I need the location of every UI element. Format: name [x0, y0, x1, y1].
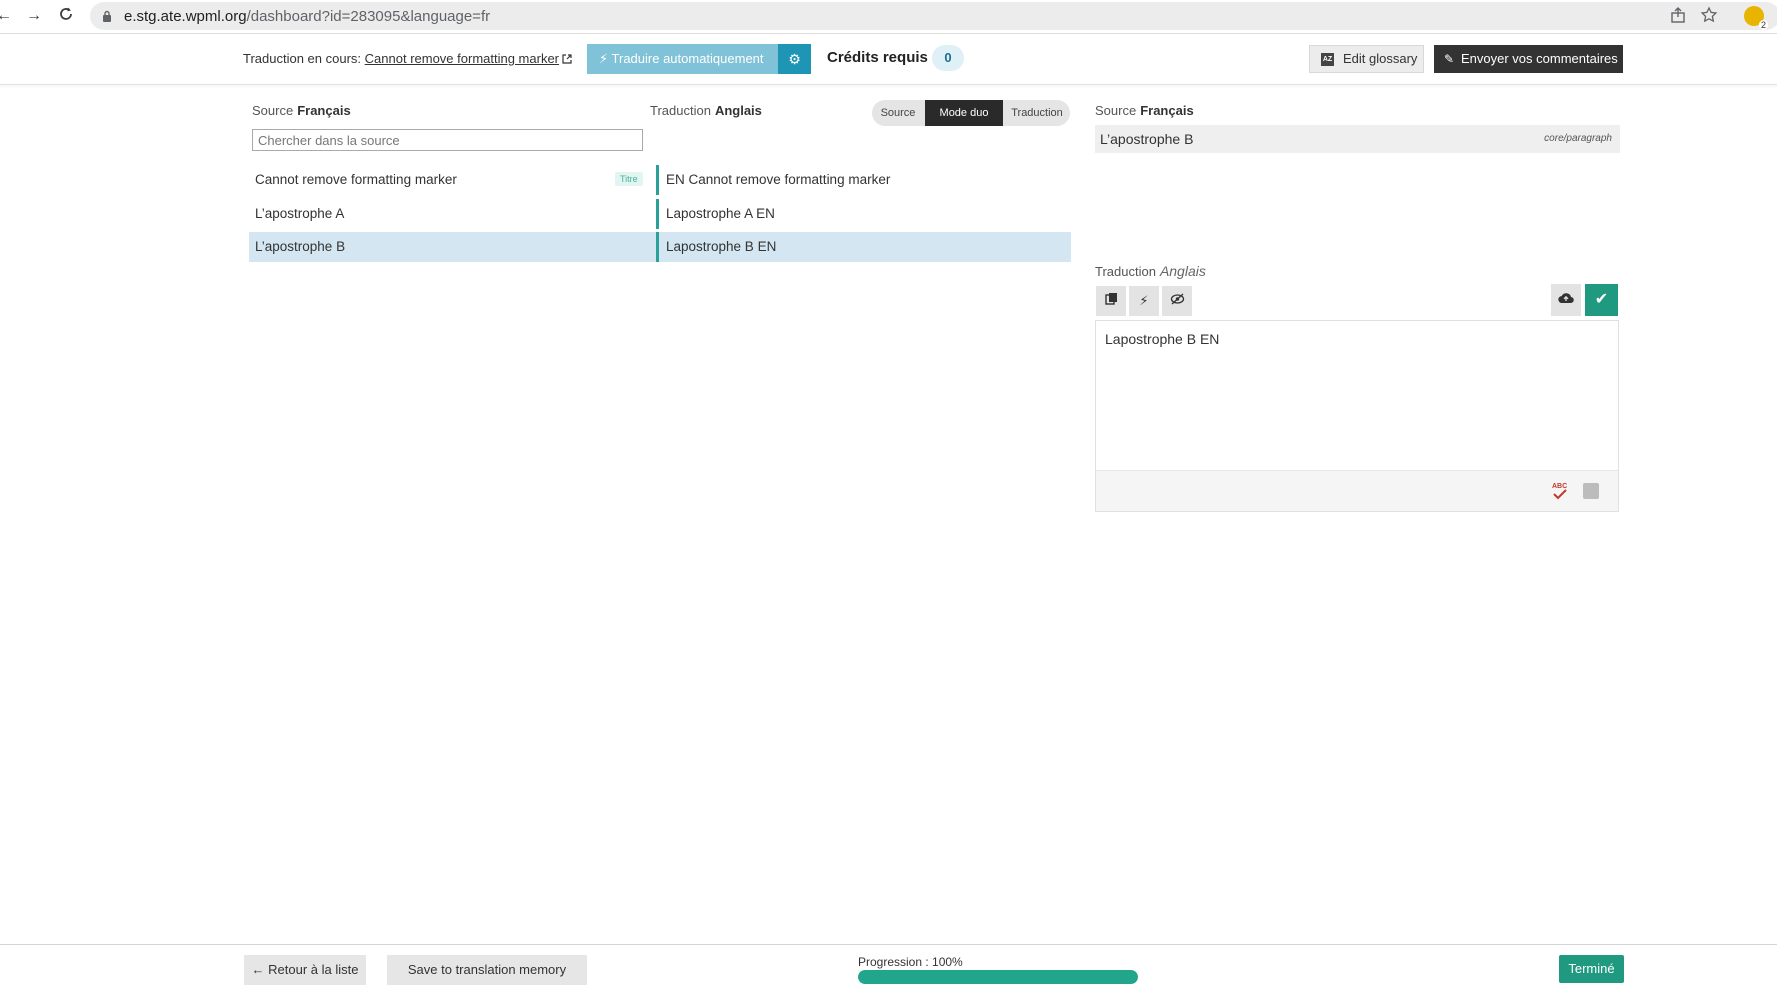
- source-column-label: Source Français: [252, 103, 351, 118]
- progress-bar: [858, 970, 1138, 984]
- editor-source-label: Source Français: [1095, 103, 1194, 118]
- view-mode-toggle: Source Mode duo Traduction: [872, 100, 1070, 126]
- target-language: Anglais: [714, 103, 762, 118]
- edit-glossary-button[interactable]: AZ Edit glossary: [1309, 45, 1424, 73]
- glossary-icon[interactable]: [1583, 483, 1599, 499]
- edit-glossary-label: Edit glossary: [1343, 51, 1418, 66]
- lock-icon: [103, 10, 111, 22]
- lightning-icon: ⚡: [599, 51, 609, 66]
- progress-label: Progression : 100%: [858, 955, 963, 969]
- segment-source-text: L’apostrophe A: [255, 206, 345, 221]
- copy-source-icon[interactable]: [1096, 286, 1126, 316]
- segment-target-text: Lapostrophe B EN: [666, 239, 777, 254]
- mode-duo-button[interactable]: Mode duo: [925, 100, 1003, 126]
- forward-arrow-icon[interactable]: →: [24, 6, 44, 26]
- save-translation-memory-button[interactable]: Save to translation memory: [387, 955, 587, 985]
- confirm-check-icon[interactable]: ✔: [1585, 284, 1618, 316]
- segment-status-bar: [656, 199, 659, 229]
- mode-translation-button[interactable]: Traduction: [1007, 100, 1067, 126]
- app-header: Traduction en cours: Cannot remove forma…: [0, 34, 1777, 85]
- segment-target-text: EN Cannot remove formatting marker: [666, 172, 891, 187]
- segment-row[interactable]: L’apostrophe A Lapostrophe A EN: [249, 199, 1071, 229]
- segment-type-tag: Titre: [615, 172, 643, 186]
- back-to-list-button[interactable]: ← Retour à la liste: [244, 955, 366, 985]
- url-text: e.stg.ate.wpml.org/dashboard?id=283095&l…: [124, 8, 491, 25]
- editor-source-box: L’apostrophe B core/paragraph: [1095, 125, 1620, 153]
- browser-toolbar: ← → e.stg.ate.wpml.org/dashboard?id=2830…: [0, 0, 1777, 34]
- extension-icon[interactable]: 2: [1744, 6, 1768, 30]
- segment-row[interactable]: Cannot remove formatting marker Titre EN…: [249, 165, 1071, 195]
- segment-target-text: Lapostrophe A EN: [666, 206, 775, 221]
- glossary-icon: AZ: [1321, 53, 1334, 66]
- svg-text:ABC: ABC: [1552, 483, 1567, 490]
- segment-row-selected[interactable]: L’apostrophe B Lapostrophe B EN: [249, 232, 1071, 262]
- gear-icon[interactable]: ⚙: [778, 44, 811, 74]
- send-feedback-label: Envoyer vos commentaires: [1461, 51, 1618, 66]
- segment-status-bar: [656, 165, 659, 195]
- credits-count-badge: 0: [932, 45, 964, 71]
- credits-label: Crédits requis: [827, 49, 928, 66]
- mode-source-button[interactable]: Source: [876, 100, 920, 126]
- segment-status-bar: [656, 232, 659, 262]
- target-column-label: Traduction Anglais: [650, 103, 762, 118]
- in-progress-link[interactable]: Cannot remove formatting marker: [365, 51, 559, 66]
- reload-icon[interactable]: [56, 6, 76, 26]
- translation-editor[interactable]: Lapostrophe B EN ABC: [1095, 320, 1619, 512]
- lightning-icon[interactable]: ⚡: [1129, 286, 1159, 316]
- external-link-icon[interactable]: [562, 54, 572, 64]
- block-type-label: core/paragraph: [1544, 133, 1612, 144]
- segment-source-text: L’apostrophe B: [255, 239, 346, 254]
- editor-source-language: Français: [1140, 103, 1194, 118]
- share-icon[interactable]: [1669, 6, 1687, 24]
- editor-footer: ABC: [1096, 470, 1618, 511]
- translation-text[interactable]: Lapostrophe B EN: [1105, 331, 1219, 347]
- hide-markers-icon[interactable]: [1162, 286, 1192, 316]
- source-search-input[interactable]: [252, 129, 643, 151]
- segment-source-text: Cannot remove formatting marker: [255, 172, 457, 187]
- auto-translate-button[interactable]: ⚡ Traduire automatiquement: [587, 44, 778, 74]
- cloud-upload-icon[interactable]: [1551, 284, 1581, 316]
- pencil-icon: ✎: [1444, 52, 1455, 66]
- editor-target-language: Anglais: [1159, 263, 1206, 279]
- in-progress-label: Traduction en cours:: [243, 51, 362, 66]
- done-button[interactable]: Terminé: [1559, 955, 1624, 983]
- address-bar[interactable]: e.stg.ate.wpml.org/dashboard?id=283095&l…: [90, 2, 1777, 30]
- spellcheck-icon[interactable]: ABC: [1550, 480, 1570, 502]
- in-progress-info: Traduction en cours: Cannot remove forma…: [243, 51, 572, 66]
- editor-target-label: Traduction Anglais: [1095, 263, 1206, 279]
- editor-source-text: L’apostrophe B: [1100, 131, 1194, 147]
- star-icon[interactable]: [1700, 6, 1718, 24]
- footer-bar: ← Retour à la liste Save to translation …: [0, 944, 1777, 992]
- back-arrow-icon[interactable]: ←: [0, 6, 14, 26]
- progress-bar-fill: [858, 970, 1138, 984]
- source-language: Français: [297, 103, 351, 118]
- auto-translate-label: Traduire automatiquement: [611, 51, 764, 66]
- send-feedback-button[interactable]: ✎ Envoyer vos commentaires: [1434, 45, 1623, 73]
